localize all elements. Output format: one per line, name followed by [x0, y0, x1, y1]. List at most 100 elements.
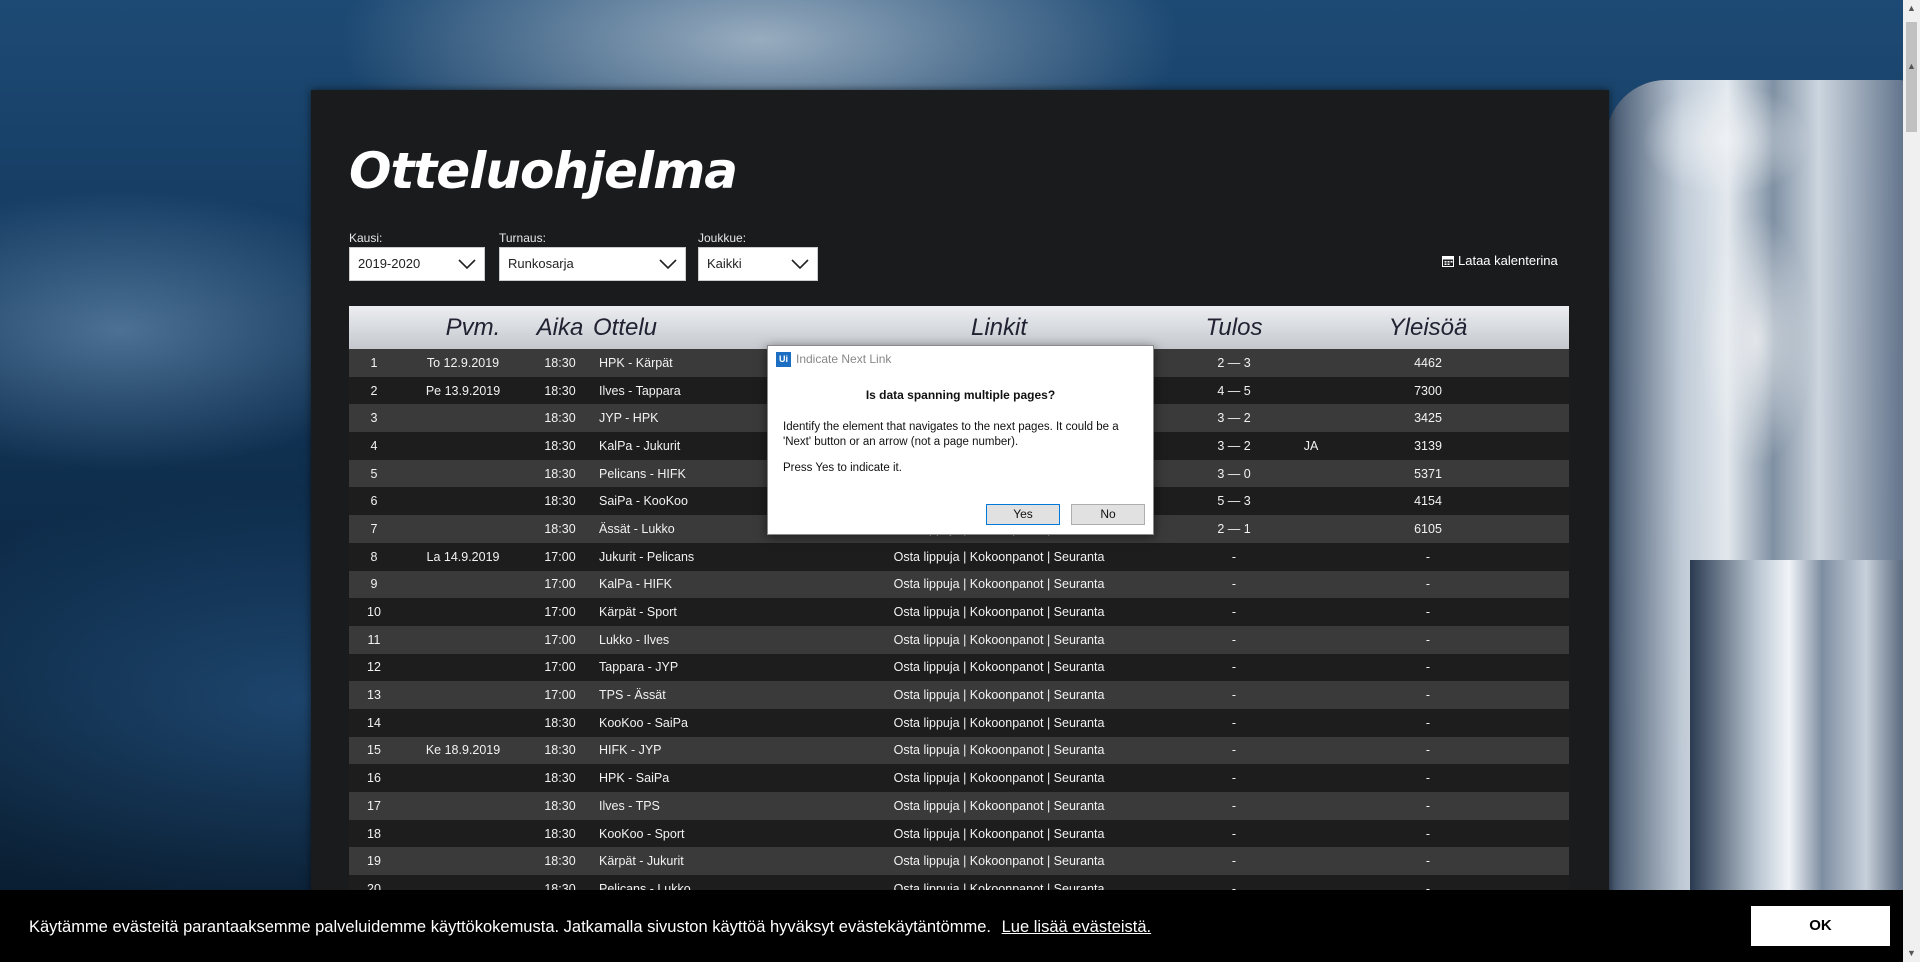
row-match[interactable]: Lukko - Ilves: [593, 633, 809, 647]
row-time: 18:30: [544, 355, 576, 370]
page-scrollbar[interactable]: ▲ ▲ ▼: [1903, 0, 1920, 962]
season-select[interactable]: 2019-2020: [349, 247, 485, 281]
scrollbar-thumb[interactable]: [1906, 22, 1917, 132]
row-match[interactable]: KooKoo - Sport: [593, 827, 809, 841]
row-time: 18:30: [544, 494, 576, 509]
row-attendance: -: [1425, 688, 1431, 703]
row-links[interactable]: Osta lippuja | Kokoonpanot | Seuranta: [809, 550, 1189, 564]
row-number: 11: [367, 632, 381, 647]
team-select[interactable]: Kaikki: [698, 247, 818, 281]
row-number: 17: [367, 798, 381, 813]
page-title: Otteluohjelma: [349, 142, 738, 200]
dialog-title: Indicate Next Link: [796, 352, 892, 366]
row-number: 9: [370, 577, 378, 592]
row-match[interactable]: Kärpät - Sport: [593, 605, 809, 619]
team-select-value: Kaikki: [707, 256, 742, 271]
header-links: Linkit: [970, 313, 1028, 341]
row-match[interactable]: Jukurit - Pelicans: [593, 550, 809, 564]
row-time: 17:00: [544, 660, 576, 675]
row-attendance: -: [1425, 660, 1431, 675]
row-result: -: [1231, 854, 1237, 869]
row-links[interactable]: Osta lippuja | Kokoonpanot | Seuranta: [809, 771, 1189, 785]
table-header: Pvm. Aika Ottelu Linkit Tulos Yleisöä: [349, 306, 1569, 349]
row-attendance: -: [1425, 826, 1431, 841]
row-match[interactable]: TPS - Ässät: [593, 688, 809, 702]
row-result: -: [1231, 688, 1237, 703]
yes-button[interactable]: Yes: [986, 504, 1060, 525]
row-number: 4: [370, 438, 378, 453]
chevron-down-icon: [791, 259, 809, 270]
trophy-base-image: [1690, 560, 1910, 900]
row-match[interactable]: KalPa - HIFK: [593, 577, 809, 591]
row-result: -: [1231, 549, 1237, 564]
row-result: 5 — 3: [1217, 494, 1251, 509]
row-time: 17:00: [544, 632, 576, 647]
row-links[interactable]: Osta lippuja | Kokoonpanot | Seuranta: [809, 633, 1189, 647]
row-number: 19: [367, 854, 381, 869]
download-calendar-link[interactable]: Lataa kalenterina: [1442, 253, 1558, 268]
tournament-select[interactable]: Runkosarja: [499, 247, 686, 281]
row-number: 2: [370, 383, 378, 398]
row-number: 8: [370, 549, 378, 564]
row-match[interactable]: KooKoo - SaiPa: [593, 716, 809, 730]
scroll-down-icon[interactable]: ▼: [1903, 945, 1920, 962]
row-time: 18:30: [544, 383, 576, 398]
row-links[interactable]: Osta lippuja | Kokoonpanot | Seuranta: [809, 660, 1189, 674]
no-button[interactable]: No: [1071, 504, 1145, 525]
table-row: 14 18:30 KooKoo - SaiPa Osta lippuja | Koko…: [349, 708, 1569, 737]
row-match[interactable]: Tappara - JYP: [593, 660, 809, 674]
row-time: 17:00: [544, 577, 576, 592]
row-match[interactable]: HIFK - JYP: [593, 743, 809, 757]
row-result: -: [1231, 771, 1237, 786]
header-date: Pvm.: [445, 313, 501, 341]
season-select-value: 2019-2020: [358, 256, 421, 271]
row-number: 18: [367, 826, 381, 841]
row-number: 7: [370, 521, 378, 536]
table-row: 17 18:30 Ilves - TPS Osta lippuja | Kokoonp…: [349, 792, 1569, 820]
table-row: 10 17:00 Kärpät - Sport Osta lippuja | Koko…: [349, 598, 1569, 626]
row-match[interactable]: Kärpät - Jukurit: [593, 854, 809, 868]
row-number: 5: [370, 466, 378, 481]
row-attendance: -: [1425, 854, 1431, 869]
row-links[interactable]: Osta lippuja | Kokoonpanot | Seuranta: [809, 688, 1189, 702]
uipath-logo-icon: Ui: [776, 351, 791, 367]
row-result: -: [1231, 577, 1237, 592]
row-result: -: [1231, 743, 1237, 758]
row-match[interactable]: Ilves - TPS: [593, 799, 809, 813]
row-number: 1: [370, 355, 378, 370]
row-time: 18:30: [544, 854, 576, 869]
row-attendance: 5371: [1414, 466, 1442, 481]
table-row: 13 17:00 TPS - Ässät Osta lippuja | Kokoonp…: [349, 681, 1569, 709]
table-row: 18 18:30 KooKoo - Sport Osta lippuja | Koko…: [349, 819, 1569, 848]
row-match[interactable]: HPK - SaiPa: [593, 771, 809, 785]
row-number: 13: [367, 688, 381, 703]
row-links[interactable]: Osta lippuja | Kokoonpanot | Seuranta: [809, 854, 1189, 868]
scroll-up-small-icon[interactable]: ▲: [1903, 58, 1920, 75]
table-row: 8 La 14.9.2019 17:00 Jukurit - Pelicans Osta…: [349, 542, 1569, 571]
cookie-ok-button[interactable]: OK: [1751, 906, 1890, 946]
row-links[interactable]: Osta lippuja | Kokoonpanot | Seuranta: [809, 716, 1189, 730]
row-links[interactable]: Osta lippuja | Kokoonpanot | Seuranta: [809, 605, 1189, 619]
row-time: 18:30: [544, 715, 576, 730]
row-result: -: [1231, 632, 1237, 647]
row-links[interactable]: Osta lippuja | Kokoonpanot | Seuranta: [809, 827, 1189, 841]
row-time: 18:30: [544, 798, 576, 813]
row-attendance: -: [1425, 632, 1431, 647]
row-links[interactable]: Osta lippuja | Kokoonpanot | Seuranta: [809, 799, 1189, 813]
row-attendance: -: [1425, 577, 1431, 592]
row-date: Pe 13.9.2019: [425, 383, 501, 398]
header-time: Aika: [536, 313, 584, 341]
row-time: 18:30: [544, 438, 576, 453]
scroll-up-icon[interactable]: ▲: [1903, 0, 1920, 17]
row-time: 17:00: [544, 549, 576, 564]
season-filter-label: Kausi:: [349, 231, 383, 245]
row-links[interactable]: Osta lippuja | Kokoonpanot | Seuranta: [809, 743, 1189, 757]
row-attendance: 7300: [1414, 383, 1442, 398]
dialog-question: Is data spanning multiple pages?: [865, 388, 1056, 402]
row-links[interactable]: Osta lippuja | Kokoonpanot | Seuranta: [809, 577, 1189, 591]
cookie-learn-more-link[interactable]: Lue lisää evästeistä.: [1002, 918, 1152, 936]
row-date: Ke 18.9.2019: [425, 743, 501, 758]
download-calendar-label: Lataa kalenterina: [1458, 253, 1558, 268]
row-time: 18:30: [544, 466, 576, 481]
row-result: 2 — 3: [1217, 355, 1251, 370]
